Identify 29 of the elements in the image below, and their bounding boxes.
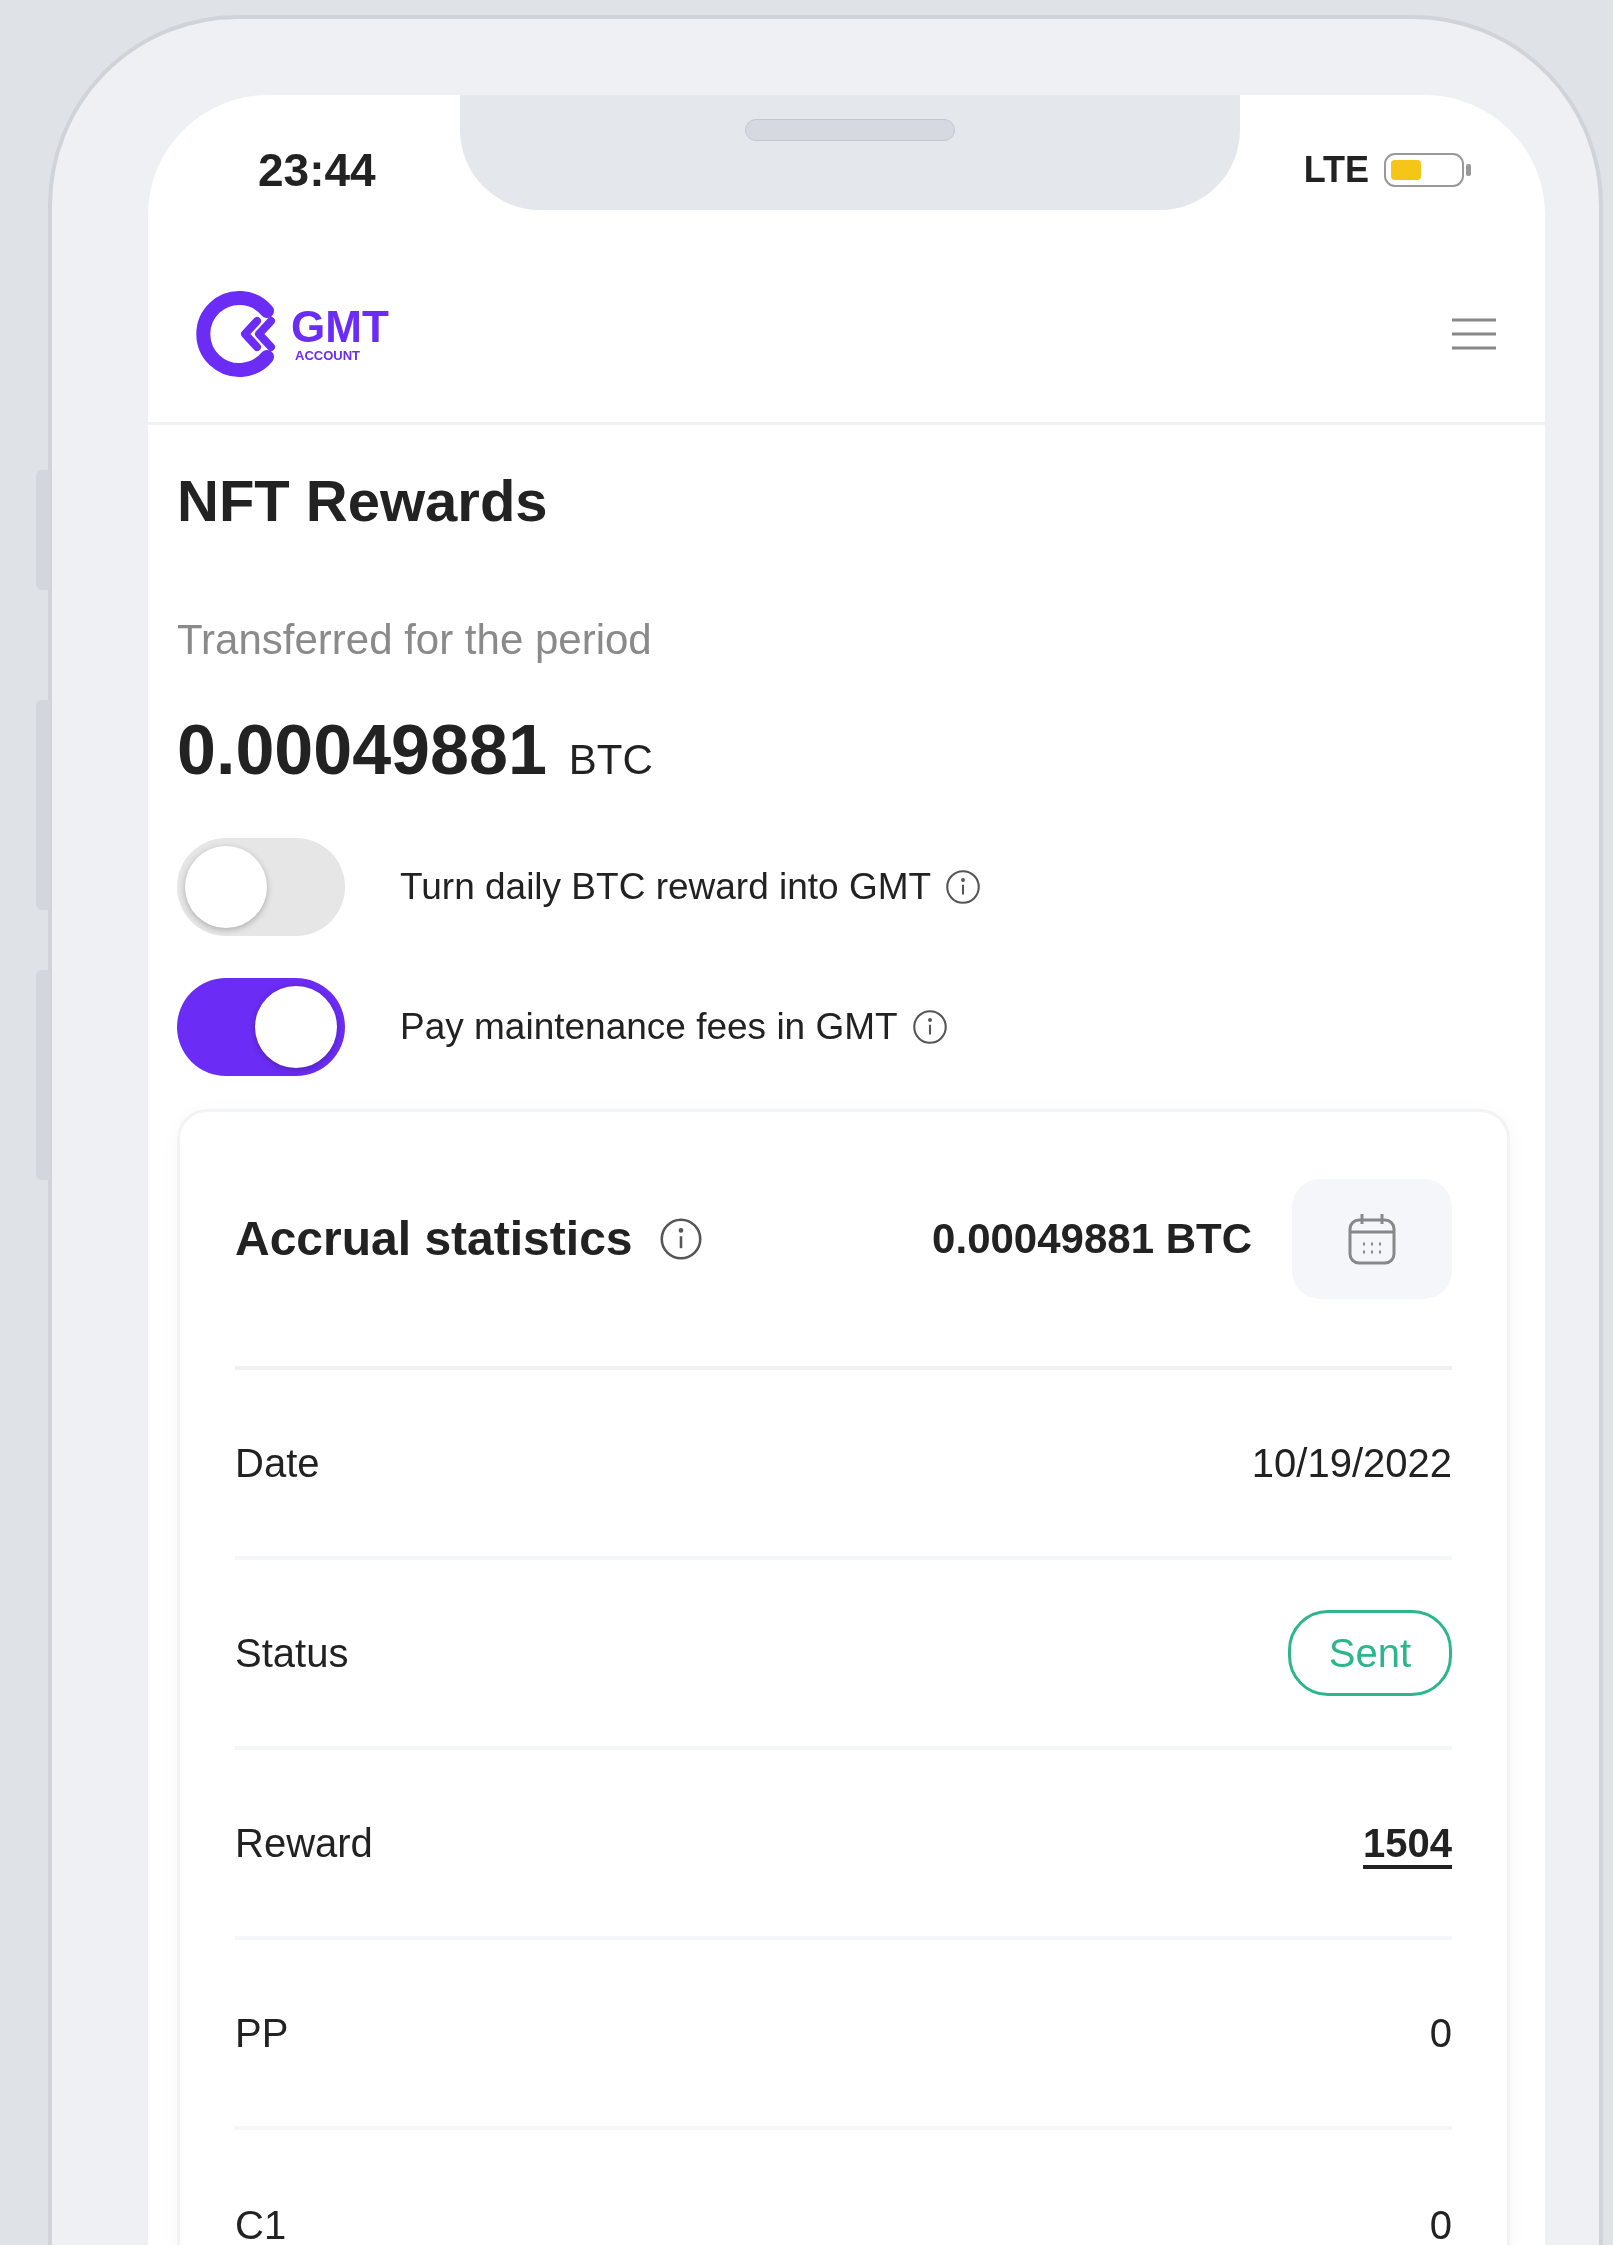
battery-icon bbox=[1383, 150, 1473, 190]
toggle-label: Pay maintenance fees in GMT bbox=[400, 1004, 898, 1049]
network-label: LTE bbox=[1303, 148, 1369, 192]
info-icon[interactable] bbox=[658, 1216, 703, 1261]
row-label: C1 bbox=[235, 2201, 287, 2245]
page-title: NFT Rewards bbox=[177, 467, 549, 535]
status-time: 23:44 bbox=[258, 142, 376, 198]
row-value: 10/19/2022 bbox=[1251, 1439, 1452, 1487]
card-total: 0.00049881 BTC bbox=[932, 1214, 1252, 1264]
row-value: 0 bbox=[1429, 2009, 1452, 2057]
calendar-button[interactable] bbox=[1292, 1178, 1452, 1299]
info-icon[interactable] bbox=[911, 1008, 948, 1045]
row-label: Status bbox=[235, 1629, 349, 1677]
reward-link[interactable]: 1504 bbox=[1363, 1812, 1452, 1873]
logo-subtitle: ACCOUNT bbox=[295, 349, 361, 362]
calendar-icon bbox=[1347, 1211, 1397, 1266]
card-title: Accrual statistics bbox=[235, 1210, 633, 1267]
row-label: PP bbox=[235, 2009, 289, 2057]
toggle-label: Turn daily BTC reward into GMT bbox=[400, 864, 932, 909]
info-icon[interactable] bbox=[945, 868, 982, 905]
app-logo[interactable]: GMT ACCOUNT bbox=[195, 288, 389, 379]
period-label: Transferred for the period bbox=[177, 614, 653, 665]
logo-wordmark: GMT bbox=[291, 305, 389, 349]
status-badge: Sent bbox=[1287, 1609, 1452, 1696]
period-currency: BTC bbox=[568, 734, 653, 785]
period-amount: 0.00049881 bbox=[177, 714, 547, 785]
row-value: 0 bbox=[1429, 2201, 1452, 2245]
row-label: Reward bbox=[235, 1819, 373, 1867]
row-label: Date bbox=[235, 1439, 320, 1487]
